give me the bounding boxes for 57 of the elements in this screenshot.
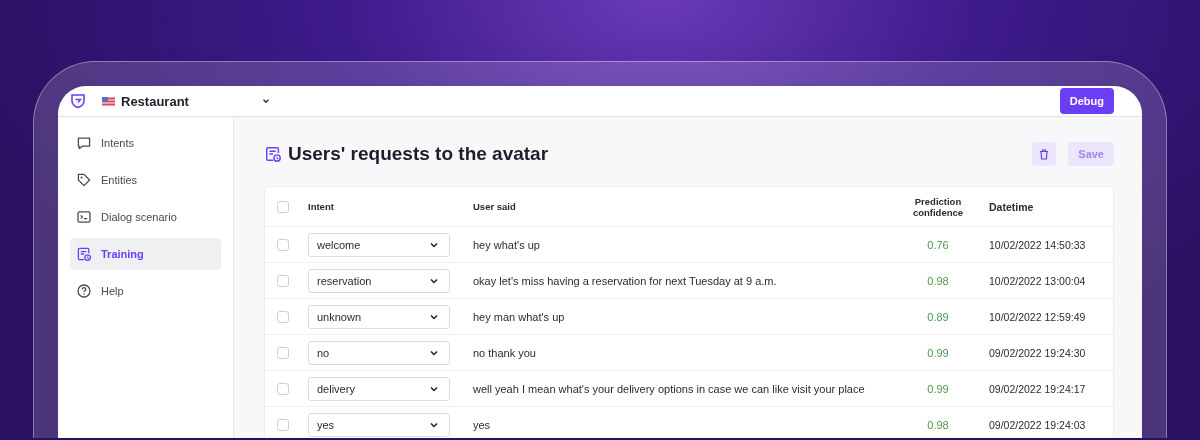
intent-dropdown[interactable]: unknown <box>308 304 450 329</box>
table-cell-text: no thank you <box>472 346 537 359</box>
table-cell-text: hey man what's up <box>472 310 566 323</box>
sidebar-item-label: Training <box>101 248 144 260</box>
terminal-icon <box>76 209 92 225</box>
table-cell-text: 0.89 <box>926 310 950 323</box>
select-all-checkbox[interactable] <box>277 200 289 213</box>
intent-dropdown[interactable]: no <box>308 340 450 365</box>
column-header: Datetime <box>988 200 1035 213</box>
tag-icon <box>76 172 92 188</box>
table-cell-text: yes <box>472 418 492 431</box>
trash-icon <box>1039 148 1050 160</box>
table-cell-text: 09/02/2022 19:24:30 <box>988 346 1087 359</box>
table-cell-text: 09/02/2022 19:24:17 <box>988 382 1087 395</box>
sidebar-item-label: Dialog scenario <box>101 211 177 223</box>
document-clock-icon <box>264 145 282 163</box>
column-header: Intent <box>307 201 335 212</box>
table-cell-text: 09/02/2022 19:24:03 <box>988 418 1087 431</box>
sidebar-item[interactable]: Help <box>70 275 221 307</box>
help-icon <box>76 283 92 299</box>
table-cell-text: 0.76 <box>926 238 950 251</box>
table-cell-text: 10/02/2022 13:00:04 <box>988 274 1087 287</box>
row-checkbox[interactable] <box>277 418 289 431</box>
intent-dropdown[interactable]: delivery <box>308 376 450 401</box>
column-header: Prediction confidence <box>911 195 965 218</box>
sidebar-item-label: Entities <box>101 174 138 186</box>
sidebar-item[interactable]: Training <box>70 238 221 270</box>
debug-button[interactable]: Debug <box>1059 88 1114 114</box>
flag-icon <box>102 96 115 106</box>
sidebar-item[interactable]: Entities <box>70 164 221 196</box>
column-header: User said <box>472 201 517 212</box>
document-clock-icon <box>76 246 92 262</box>
table-cell-text: 10/02/2022 14:50:33 <box>988 238 1087 251</box>
sidebar-item-label: Intents <box>101 137 135 149</box>
table-cell-text: well yeah I mean what's your delivery options in case we can like visit your place <box>472 382 866 395</box>
shield-logo-icon <box>70 93 86 109</box>
row-checkbox[interactable] <box>277 274 289 287</box>
table-cell-text: 0.98 <box>926 418 950 431</box>
table-cell-text: 10/02/2022 12:59:49 <box>988 310 1087 323</box>
chat-bubble-icon <box>76 135 92 151</box>
table-cell-text: okay let's miss having a reservation for next Tuesday at 9 a.m. <box>472 274 778 287</box>
intent-dropdown[interactable]: welcome <box>308 232 450 257</box>
row-checkbox[interactable] <box>277 346 289 359</box>
row-checkbox[interactable] <box>277 238 289 251</box>
table-cell-text: hey what's up <box>472 238 541 251</box>
row-checkbox[interactable] <box>277 310 289 323</box>
sidebar-item[interactable]: Intents <box>70 127 221 159</box>
table-cell-text: 0.98 <box>926 274 950 287</box>
sidebar-item-label: Help <box>101 285 124 297</box>
intent-dropdown[interactable]: yes <box>308 412 450 437</box>
sidebar-item[interactable]: Dialog scenario <box>70 201 221 233</box>
table-cell-text: 0.99 <box>926 382 950 395</box>
page-title: Users' requests to the avatar <box>288 143 550 165</box>
intent-dropdown[interactable]: reservation <box>308 268 450 293</box>
row-checkbox[interactable] <box>277 382 289 395</box>
project-name[interactable]: Restaurant <box>121 93 189 109</box>
table-cell-text: 0.99 <box>926 346 950 359</box>
